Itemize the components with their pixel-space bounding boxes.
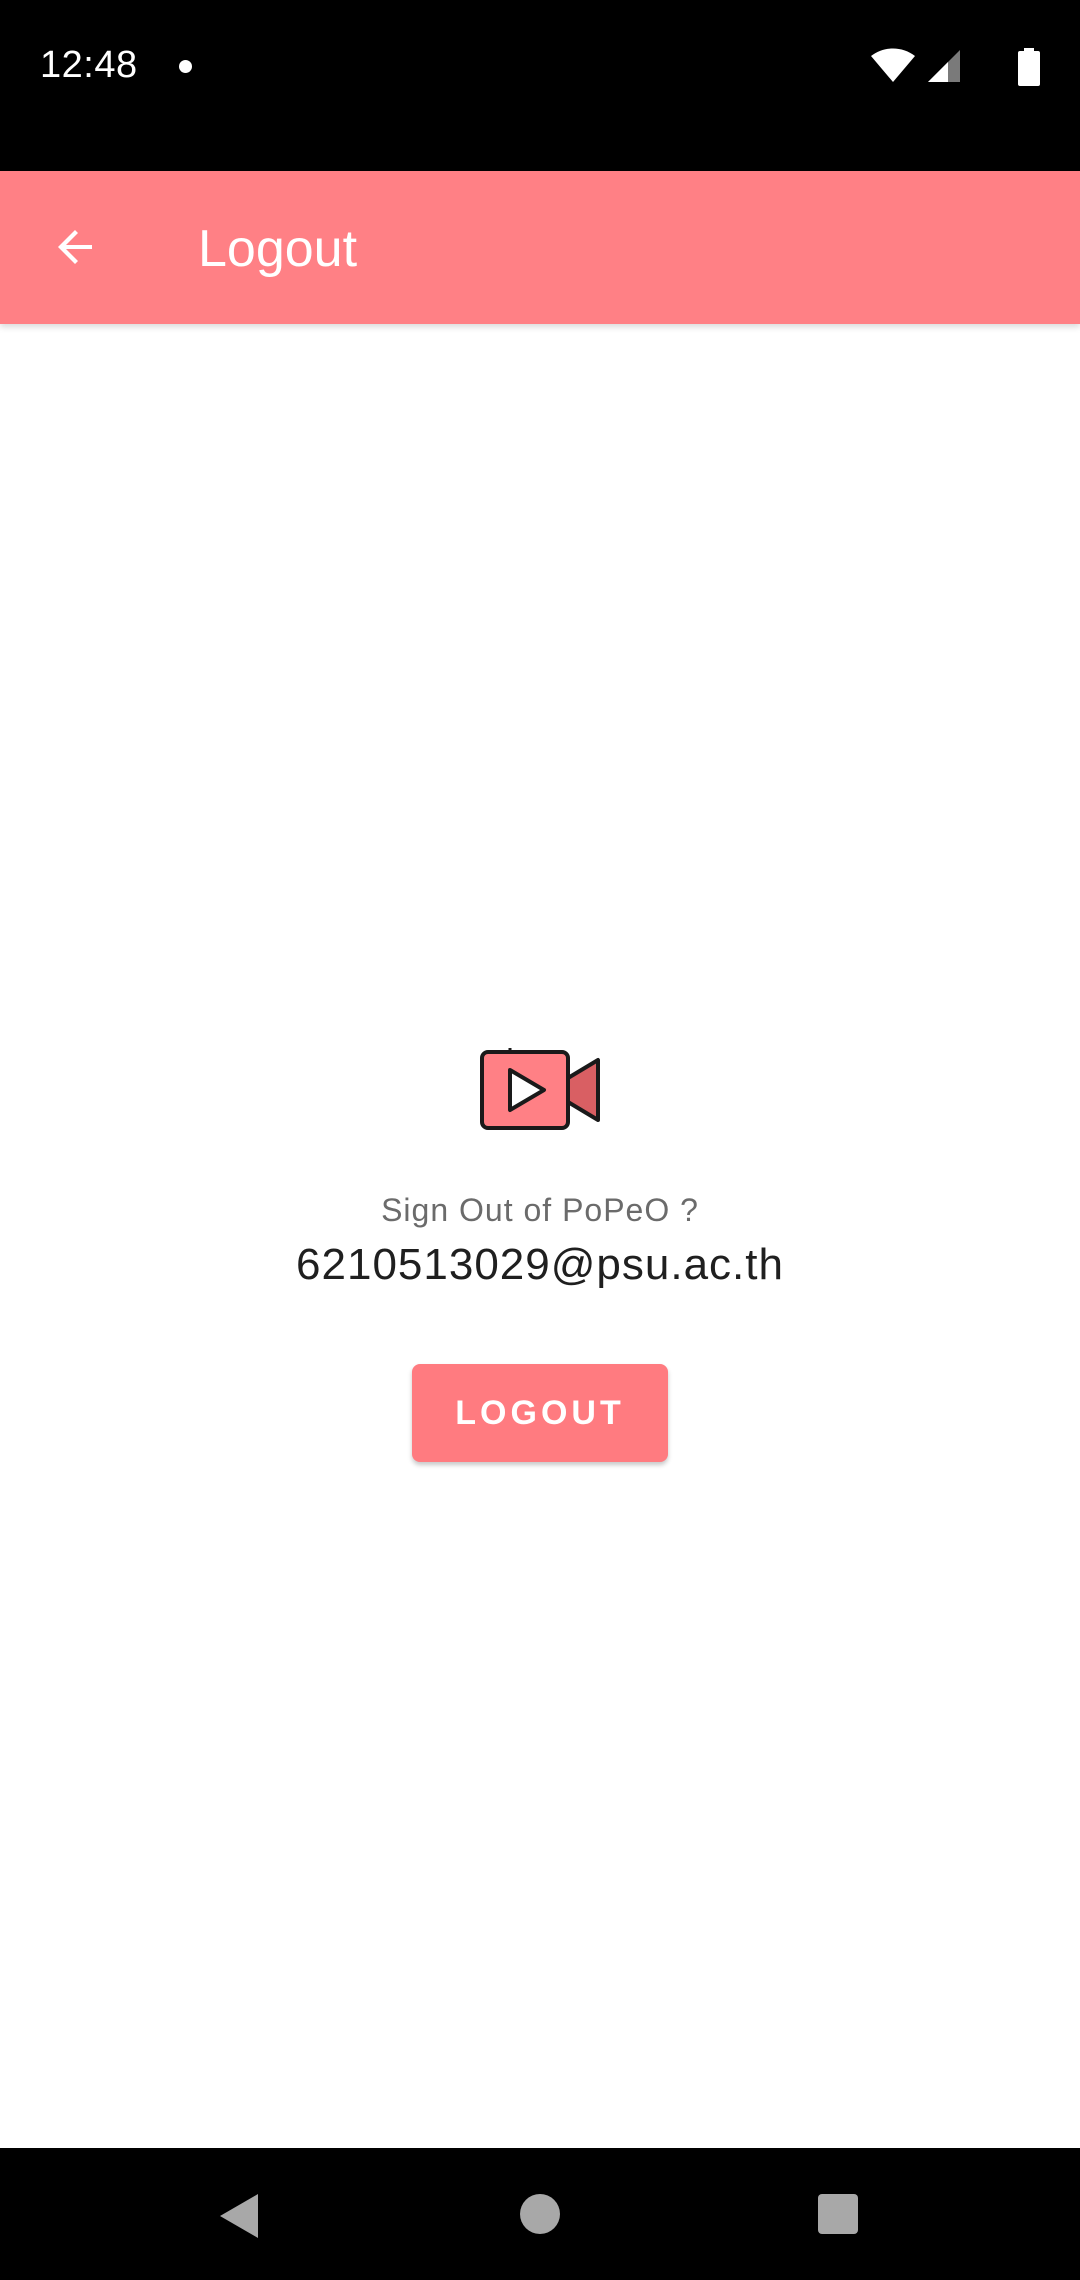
status-bar: 12:48 (0, 0, 1080, 171)
battery-icon (1018, 48, 1040, 86)
screen: 12:48 Logout Sign Out of PoPeO ? 6210513… (0, 0, 1080, 2280)
arrow-left-icon (58, 230, 92, 264)
page-title: Logout (198, 220, 358, 278)
nav-back-icon[interactable] (216, 2192, 262, 2240)
signal-icon (928, 50, 960, 82)
account-email: 6210513029@psu.ac.th (296, 1240, 784, 1289)
wifi-icon (871, 48, 915, 82)
logout-button[interactable]: LOGOUT (412, 1364, 668, 1462)
sign-out-prompt: Sign Out of PoPeO ? (381, 1192, 699, 1228)
nav-home-icon[interactable] (520, 2194, 560, 2234)
notification-dot-icon (179, 60, 192, 73)
app-bar: Logout (0, 171, 1080, 324)
back-button[interactable] (36, 203, 116, 291)
video-camera-play-icon (480, 1048, 600, 1130)
navigation-bar (0, 2148, 1080, 2280)
status-time: 12:48 (40, 44, 138, 86)
nav-recents-icon[interactable] (818, 2194, 858, 2234)
